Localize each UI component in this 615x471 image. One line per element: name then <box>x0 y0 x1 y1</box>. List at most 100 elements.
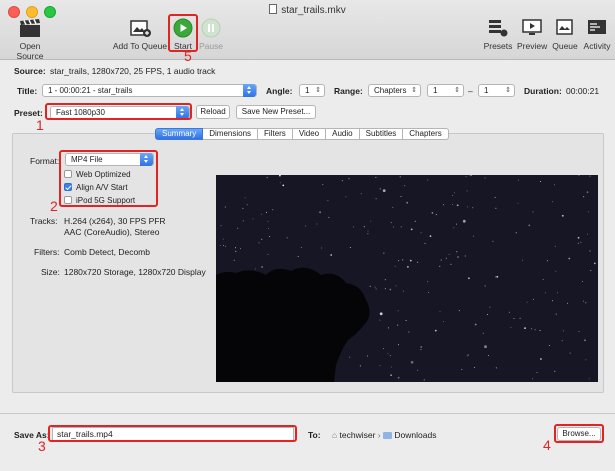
star <box>383 252 385 254</box>
source-label: Source: <box>14 66 46 76</box>
star <box>316 223 318 225</box>
queue-icon <box>556 19 573 35</box>
star <box>246 204 248 206</box>
star <box>586 191 589 194</box>
star <box>406 201 409 204</box>
pause-icon <box>201 18 221 38</box>
star <box>427 281 429 283</box>
tab-filters[interactable]: Filters <box>258 128 293 140</box>
range-from-select[interactable]: 1 ⇕ <box>427 84 464 97</box>
tab-subtitles[interactable]: Subtitles <box>359 128 404 140</box>
add-to-queue-button[interactable]: Add To Queue <box>112 18 168 51</box>
tab-summary[interactable]: Summary <box>155 128 204 140</box>
star <box>464 255 466 257</box>
star <box>471 175 473 177</box>
star <box>584 339 586 342</box>
star <box>395 285 397 287</box>
angle-label: Angle: <box>266 86 293 96</box>
star <box>536 372 538 373</box>
star <box>319 211 321 214</box>
star <box>305 225 307 227</box>
star <box>561 340 563 342</box>
star <box>456 251 458 253</box>
star <box>457 256 459 258</box>
title-select[interactable]: 1 - 00:00:21 - star_trails <box>42 84 257 97</box>
star <box>453 192 455 194</box>
star <box>267 253 269 255</box>
star <box>363 226 365 228</box>
star <box>488 355 489 356</box>
star <box>482 332 484 334</box>
star <box>577 236 580 239</box>
star <box>252 218 254 220</box>
star <box>387 353 389 355</box>
activity-button[interactable]: Activity <box>582 18 612 51</box>
pause-button[interactable]: Pause <box>198 18 224 51</box>
range-to-select[interactable]: 1 ⇕ <box>478 84 515 97</box>
star <box>244 197 246 199</box>
star <box>554 184 555 186</box>
star <box>462 219 466 223</box>
tracks-audio: AAC (CoreAudio), Stereo <box>64 227 160 237</box>
chevron-updown-icon <box>243 84 256 97</box>
reload-button[interactable]: Reload <box>196 105 230 119</box>
star <box>224 206 226 208</box>
add-queue-icon <box>130 20 151 37</box>
star <box>517 179 519 181</box>
queue-button[interactable]: Queue <box>551 18 579 51</box>
star <box>557 292 559 294</box>
star <box>534 329 536 331</box>
star <box>580 241 582 243</box>
tab-audio[interactable]: Audio <box>326 128 360 140</box>
star <box>495 207 497 209</box>
format-label: Format: <box>30 156 60 166</box>
star <box>453 227 455 229</box>
star <box>420 232 422 234</box>
star <box>452 204 454 205</box>
star <box>409 259 412 262</box>
star <box>450 263 452 265</box>
annotation-2: 2 <box>50 198 58 214</box>
star <box>383 348 385 350</box>
star <box>417 369 419 371</box>
presets-button[interactable]: Presets <box>483 18 513 51</box>
star <box>555 270 557 272</box>
star <box>417 261 419 263</box>
destination-path[interactable]: ⌂ techwiser › Downloads <box>332 430 436 440</box>
preview-button[interactable]: Preview <box>517 18 547 51</box>
range-type-select[interactable]: Chapters ⇕ <box>368 84 421 97</box>
star <box>515 232 517 234</box>
tab-chapters[interactable]: Chapters <box>403 128 449 140</box>
open-source-button[interactable]: Open Source <box>6 18 54 61</box>
star <box>387 327 389 329</box>
star <box>389 288 392 291</box>
star <box>568 257 571 260</box>
star <box>223 244 224 246</box>
star <box>582 281 583 282</box>
star <box>341 180 343 182</box>
tab-dimensions[interactable]: Dimensions <box>203 128 259 140</box>
angle-select[interactable]: 1 ⇕ <box>299 84 325 97</box>
star <box>423 379 425 381</box>
star <box>544 292 546 294</box>
tracks-label: Tracks: <box>30 216 58 226</box>
star <box>379 365 381 367</box>
folder-icon <box>383 432 393 439</box>
star <box>508 311 510 313</box>
star <box>297 256 299 257</box>
save-new-preset-button[interactable]: Save New Preset... <box>236 105 316 119</box>
filters-value: Comb Detect, Decomb <box>64 247 150 257</box>
star <box>467 354 469 356</box>
star <box>420 349 422 351</box>
star <box>552 300 553 302</box>
star <box>484 177 486 179</box>
chevron-updown-icon: ⇕ <box>315 87 321 94</box>
tab-bar: Summary Dimensions Filters Video Audio S… <box>155 128 449 140</box>
duration-label: Duration: <box>524 86 562 96</box>
tab-video[interactable]: Video <box>292 128 327 140</box>
star <box>379 319 381 321</box>
star <box>397 376 400 379</box>
star <box>220 225 222 227</box>
star <box>532 211 534 213</box>
star <box>456 223 457 225</box>
